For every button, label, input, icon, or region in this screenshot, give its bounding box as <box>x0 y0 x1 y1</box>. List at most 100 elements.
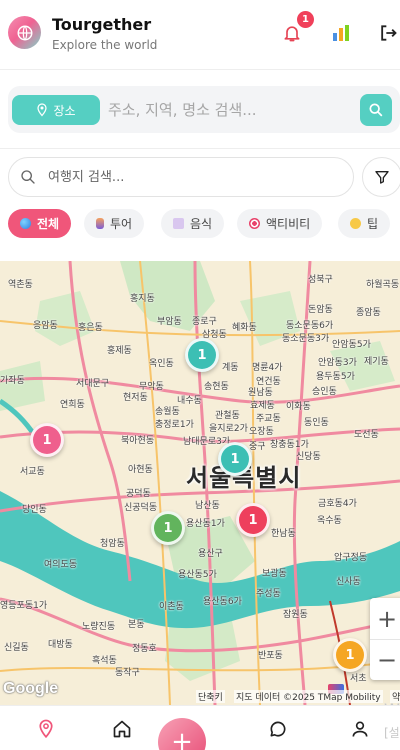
map-place-label: 응암동 <box>33 321 58 331</box>
lightbulb-icon <box>350 218 361 229</box>
map-place-label: 안암동3가 <box>318 358 357 368</box>
category-label: 음식 <box>190 217 213 231</box>
map-marker-cluster[interactable]: 1 <box>333 638 367 672</box>
map-place-label: 관철동 <box>215 411 240 421</box>
map-place-label: 동작구 <box>115 668 140 678</box>
map-data-attribution: 지도 데이터 ©2025 TMap Mobility <box>234 690 383 703</box>
category-label: 팁 <box>367 217 379 231</box>
category-chip-food[interactable]: 음식 <box>161 209 225 238</box>
place-type-button[interactable]: 장소 <box>12 95 100 125</box>
category-chip-all[interactable]: 전체 <box>8 209 72 238</box>
place-search-input[interactable] <box>108 96 353 124</box>
map-place-label: 흑석동 <box>92 656 117 666</box>
globe-icon <box>20 218 31 229</box>
app-subtitle: Explore the world <box>52 38 158 52</box>
map-marker-cluster[interactable]: 1 <box>185 338 219 372</box>
map-place-label: 종로구 <box>192 317 217 327</box>
map-marker-cluster[interactable]: 1 <box>218 442 252 476</box>
map-place-label: 보광동 <box>262 569 287 579</box>
logout-icon[interactable] <box>375 20 400 46</box>
map-place-label: 오장동 <box>249 427 274 437</box>
category-label: 투어 <box>110 217 133 231</box>
map-place-label: 계동 <box>222 363 239 373</box>
map-place-label: 돈암동 <box>308 305 333 315</box>
home-icon[interactable] <box>111 718 133 740</box>
map-place-label: 연희동 <box>60 400 85 410</box>
map-place-label: 노량진동 <box>82 622 116 632</box>
category-label: 액티비티 <box>266 217 311 231</box>
map-pin-icon <box>37 103 48 117</box>
search-icon <box>369 103 383 117</box>
map-place-label: 옥수동 <box>317 516 342 526</box>
chart-icon[interactable] <box>328 20 354 46</box>
google-logo: Google <box>3 680 59 697</box>
map-place-label: 도선동 <box>354 430 379 440</box>
filter-button[interactable] <box>362 157 400 197</box>
map-place-label: 송월동 <box>155 407 180 417</box>
map-place-label: 을지로2가 <box>209 424 248 434</box>
search-icon <box>20 169 36 189</box>
trip-search-input[interactable] <box>48 166 338 188</box>
map-place-label: 서대문구 <box>76 379 110 389</box>
category-chip-tips[interactable]: 팁 <box>338 209 391 238</box>
map-marker-cluster[interactable]: 1 <box>30 423 64 457</box>
food-icon <box>173 218 184 229</box>
category-chip-activity[interactable]: 액티비티 <box>237 209 323 238</box>
globe-icon[interactable] <box>8 16 41 49</box>
keyboard-shortcuts-link[interactable]: 단축키 <box>196 690 225 703</box>
map-place-label: 공덕동 <box>126 489 151 499</box>
map-place-label: 남산동 <box>195 501 220 511</box>
map-marker-cluster[interactable]: 1 <box>151 511 185 545</box>
map-place-label: 주교동 <box>256 414 281 424</box>
map-place-label: 중구 <box>249 442 266 452</box>
map-place-label: 북아현동 <box>121 436 155 446</box>
category-chip-tour[interactable]: 투어 <box>84 209 145 238</box>
map-place-label: 신공덕동 <box>124 503 158 513</box>
map-place-label: 당인동 <box>22 505 47 515</box>
map-place-label: 가좌동 <box>0 376 25 386</box>
map-place-label: 성북구 <box>308 275 333 285</box>
map-place-label: 홍은동 <box>78 323 103 333</box>
map-place-label: 반포동 <box>258 651 283 661</box>
map-place-label: 이화동 <box>286 402 311 412</box>
app-title: Tourgether <box>52 15 152 34</box>
walking-person-icon <box>96 218 104 229</box>
map-place-label: 주성동 <box>256 589 281 599</box>
filter-icon <box>375 171 389 184</box>
map-place-label: 명륜4가 <box>252 363 283 373</box>
map-place-label: 역촌동 <box>8 280 33 290</box>
map-marker-cluster[interactable]: 1 <box>236 503 270 537</box>
map-pin-icon[interactable] <box>35 718 57 740</box>
chat-icon[interactable] <box>267 718 289 740</box>
map-place-label: 홍제동 <box>107 346 132 356</box>
map-place-label: 승인동 <box>312 387 337 397</box>
map-place-label: 여의도동 <box>44 560 78 570</box>
map-place-label: 정동호 <box>132 644 157 654</box>
map-place-label: 용산동6가 <box>203 597 242 607</box>
zoom-in-button[interactable]: + <box>370 598 400 639</box>
map-place-label: 청암동 <box>100 539 125 549</box>
zoom-out-button[interactable]: − <box>370 639 400 680</box>
zoom-controls: + − <box>370 598 400 680</box>
map-place-label: 옥인동 <box>149 359 174 369</box>
map-place-label: 동소문동6가 <box>286 321 334 331</box>
map-place-label: 부암동 <box>157 317 182 327</box>
map-place-label: 송현동 <box>204 382 229 392</box>
map-place-label: 동인동 <box>304 418 329 428</box>
map-place-label: 용두동5가 <box>316 372 355 382</box>
map-place-label: 안암동5가 <box>332 340 371 350</box>
notification-badge: 1 <box>297 11 314 28</box>
map-place-label: 신사동 <box>336 577 361 587</box>
map-place-label: 한남동 <box>271 529 296 539</box>
map-place-label: 혜화동 <box>232 323 257 333</box>
map-place-label: 동소문동3가 <box>282 334 330 344</box>
map-place-label: 내수동 <box>177 396 202 406</box>
user-icon[interactable] <box>349 718 371 740</box>
overlay-text: [설 <box>384 726 400 740</box>
place-search-button[interactable] <box>360 94 392 126</box>
map-place-label: 충정로1가 <box>155 420 194 430</box>
place-type-label: 장소 <box>53 103 76 118</box>
map-place-label: 본동 <box>128 620 145 630</box>
section-divider <box>0 148 400 149</box>
map-place-label: 잠원동 <box>283 610 308 620</box>
